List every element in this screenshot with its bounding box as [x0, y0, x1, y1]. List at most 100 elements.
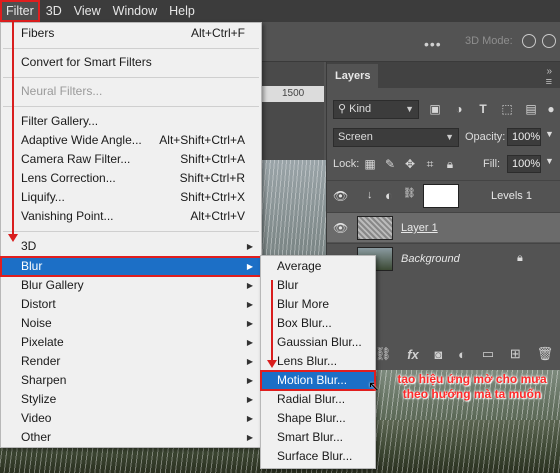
menu-item-label: Fibers [21, 26, 55, 40]
lock-image-icon[interactable]: ✎ [383, 157, 397, 171]
menu-3d[interactable]: 3D [40, 0, 68, 22]
kind-filter-value: Kind [349, 103, 372, 115]
submenu-arrow-icon: ▶ [246, 281, 253, 290]
submenu-item-surface-blur[interactable]: Surface Blur... [261, 447, 375, 466]
menu-view[interactable]: View [68, 0, 107, 22]
lock-all-icon[interactable]: 🔒︎ [443, 157, 457, 171]
submenu-item-blur[interactable]: Blur [261, 276, 375, 295]
visibility-eye-icon[interactable]: 👁︎ [333, 221, 348, 235]
menu-item-adaptive-wide-angle[interactable]: Adaptive Wide Angle... Alt+Shift+Ctrl+A [1, 131, 261, 150]
menu-item-convert-smart-filters[interactable]: Convert for Smart Filters [1, 53, 261, 72]
menu-bar: Filter 3D View Window Help [0, 0, 560, 22]
type-filter-icon[interactable]: T [475, 101, 491, 117]
menu-item-filter-gallery[interactable]: Filter Gallery... [1, 112, 261, 131]
menu-item-pixelate[interactable]: Pixelate ▶ [1, 333, 261, 352]
annotation-text: tạo hiệu ứng mờ cho mưa theo hướng mà ta… [384, 372, 560, 402]
lock-artboard-icon[interactable]: ⌗ [423, 157, 437, 171]
menu-item-fibers[interactable]: Fibers Alt+Ctrl+F [1, 24, 261, 43]
new-layer-icon[interactable]: ⊞ [510, 346, 521, 362]
layer-name[interactable]: Levels 1 [491, 190, 532, 202]
layer-row-levels[interactable]: 👁︎ ↓ ◐ ⛓ Levels 1 [327, 180, 560, 210]
blur-submenu: Average Blur Blur More Box Blur... Gauss… [260, 255, 376, 469]
adjustment-filter-icon[interactable]: ◑ [451, 101, 467, 117]
menu-item-video[interactable]: Video ▶ [1, 409, 261, 428]
menu-item-sharpen[interactable]: Sharpen ▶ [1, 371, 261, 390]
pixel-filter-icon[interactable]: ▣ [427, 101, 443, 117]
kind-filter-select[interactable]: ⚲ Kind ▼ [333, 100, 419, 119]
filter-toggle-icon[interactable]: ● [543, 101, 559, 117]
submenu-item-gaussian-blur[interactable]: Gaussian Blur... [261, 333, 375, 352]
shape-filter-icon[interactable]: ⬚ [499, 101, 515, 117]
add-mask-icon[interactable]: ◙ [435, 347, 443, 362]
menu-separator [3, 106, 259, 107]
menu-item-other[interactable]: Other ▶ [1, 428, 261, 447]
submenu-item-smart-blur[interactable]: Smart Blur... [261, 428, 375, 447]
fill-label: Fill: [483, 158, 501, 170]
more-options-icon[interactable]: ••• [424, 36, 442, 52]
layer-name[interactable]: Layer 1 [401, 222, 438, 234]
menu-item-3d[interactable]: 3D ▶ [1, 237, 261, 256]
submenu-item-average[interactable]: Average [261, 257, 375, 276]
menu-item-noise[interactable]: Noise ▶ [1, 314, 261, 333]
menu-separator [3, 77, 259, 78]
menu-item-label: Sharpen [21, 373, 67, 387]
trash-icon[interactable]: 🗑︎ [537, 346, 554, 362]
lock-icon: 🔒︎ [517, 252, 523, 264]
guide-line-submenu [271, 280, 273, 362]
submenu-item-shape-blur[interactable]: Shape Blur... [261, 409, 375, 428]
menu-item-distort[interactable]: Distort ▶ [1, 295, 261, 314]
menu-separator [3, 231, 259, 232]
opacity-input[interactable]: 100% [507, 128, 541, 146]
menu-item-camera-raw[interactable]: Camera Raw Filter... Shift+Ctrl+A [1, 150, 261, 169]
submenu-arrow-icon: ▶ [246, 414, 253, 423]
tab-layers[interactable]: Layers [327, 64, 379, 88]
menu-item-shortcut: Alt+Ctrl+F [190, 26, 245, 40]
layer-mask-thumbnail [423, 184, 459, 208]
menu-item-shortcut: Shift+Ctrl+A [180, 152, 245, 166]
mouse-cursor-icon: ↖ [368, 378, 380, 394]
fx-icon[interactable]: fx [407, 347, 419, 362]
fill-chevron-icon[interactable]: ▼ [545, 156, 554, 166]
submenu-arrow-icon: ▶ [246, 319, 253, 328]
menu-filter[interactable]: Filter [0, 0, 40, 22]
menu-item-label: Liquify... [21, 190, 65, 204]
submenu-item-radial-blur[interactable]: Radial Blur... [261, 390, 375, 409]
menu-item-shortcut: Alt+Ctrl+V [190, 209, 245, 223]
submenu-item-lens-blur[interactable]: Lens Blur... [261, 352, 375, 371]
opacity-label: Opacity: [465, 131, 506, 143]
blend-mode-select[interactable]: Screen ▼ [333, 128, 459, 147]
3d-rotate-icon[interactable] [542, 34, 556, 48]
submenu-item-blur-more[interactable]: Blur More [261, 295, 375, 314]
submenu-item-motion-blur[interactable]: Motion Blur... [260, 370, 376, 391]
menu-help[interactable]: Help [163, 0, 201, 22]
submenu-item-box-blur[interactable]: Box Blur... [261, 314, 375, 333]
menu-item-vanishing-point[interactable]: Vanishing Point... Alt+Ctrl+V [1, 207, 261, 226]
opacity-chevron-icon[interactable]: ▼ [545, 129, 554, 139]
menu-item-stylize[interactable]: Stylize ▶ [1, 390, 261, 409]
panel-menu-icon[interactable]: ≡ [546, 76, 552, 88]
menu-item-shortcut: Shift+Ctrl+X [180, 190, 245, 204]
layer-thumbnail [357, 216, 393, 240]
link-layers-icon[interactable]: ⛓ [375, 346, 392, 362]
menu-item-render[interactable]: Render ▶ [1, 352, 261, 371]
menu-item-label: Pixelate [21, 335, 64, 349]
menu-item-lens-correction[interactable]: Lens Correction... Shift+Ctrl+R [1, 169, 261, 188]
new-group-folder-icon[interactable]: ▭ [482, 346, 494, 362]
lock-transparent-icon[interactable]: ▦ [363, 157, 377, 171]
new-adjustment-icon[interactable]: ◐ [458, 347, 466, 362]
chevron-down-icon: ▼ [445, 132, 454, 142]
menu-item-blur[interactable]: Blur ▶ [0, 256, 262, 277]
menu-item-label: Filter Gallery... [21, 114, 99, 128]
3d-orbit-icon[interactable] [522, 34, 536, 48]
lock-position-icon[interactable]: ✥ [403, 157, 417, 171]
filter-menu: Fibers Alt+Ctrl+F Convert for Smart Filte… [0, 22, 262, 448]
layer-row-layer1[interactable]: 👁︎ Layer 1 [327, 212, 560, 242]
smart-object-filter-icon[interactable]: ▤ [523, 101, 539, 117]
menu-item-liquify[interactable]: Liquify... Shift+Ctrl+X [1, 188, 261, 207]
layer-name[interactable]: Background [401, 253, 460, 265]
visibility-eye-icon[interactable]: 👁︎ [333, 189, 348, 203]
fill-input[interactable]: 100% [507, 155, 541, 173]
annotation-line-2: theo hướng mà ta muốn [402, 387, 542, 401]
menu-window[interactable]: Window [107, 0, 163, 22]
menu-item-blur-gallery[interactable]: Blur Gallery ▶ [1, 276, 261, 295]
